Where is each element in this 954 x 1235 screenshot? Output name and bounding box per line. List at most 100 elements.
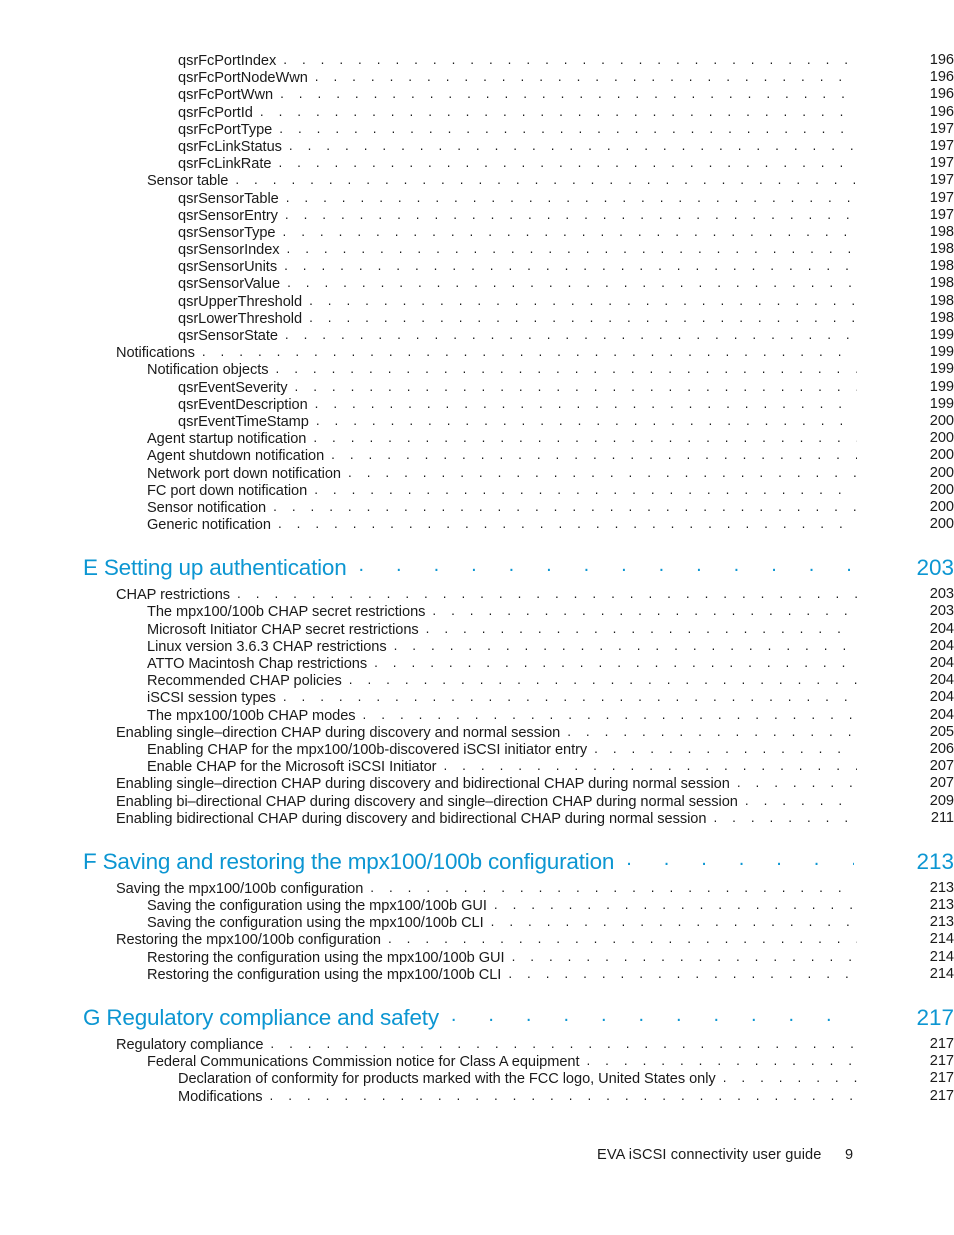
toc-entry[interactable]: qsrSensorIndex 198: [0, 241, 954, 258]
toc-entry[interactable]: Linux version 3.6.3 CHAP restrictions 204: [0, 638, 954, 655]
toc-entry-label: Sensor table: [147, 173, 229, 190]
toc-entry[interactable]: Restoring the configuration using the mp…: [0, 949, 954, 966]
toc-entry[interactable]: qsrFcPortType 197: [0, 121, 954, 138]
toc-entry-page-number: 209: [929, 792, 954, 809]
dot-leader: [745, 792, 857, 809]
toc-entry[interactable]: ATTO Macintosh Chap restrictions 204: [0, 655, 954, 672]
toc-entry[interactable]: Agent startup notification 200: [0, 430, 954, 447]
toc-entry[interactable]: Sensor notification 200: [0, 499, 954, 516]
toc-entry[interactable]: The mpx100/100b CHAP modes 204: [0, 707, 954, 724]
dot-leader: [289, 137, 857, 154]
dot-leader: [508, 965, 857, 982]
toc-entry-page-number: 200: [929, 430, 954, 447]
toc-entry[interactable]: Enable CHAP for the Microsoft iSCSI Init…: [0, 758, 954, 775]
toc-entry[interactable]: qsrUpperThreshold 198: [0, 293, 954, 310]
toc-entry[interactable]: Regulatory compliance 217: [0, 1036, 954, 1053]
toc-entry[interactable]: Generic notification 200: [0, 516, 954, 533]
toc-entry[interactable]: Restoring the configuration using the mp…: [0, 966, 954, 983]
table-of-contents: qsrFcPortIndex196qsrFcPortNodeWwn196qsrF…: [0, 52, 954, 1105]
chapter-title: E Setting up authentication: [83, 555, 347, 581]
toc-entry[interactable]: qsrSensorState199: [0, 327, 954, 344]
toc-entry[interactable]: Notifications 199: [0, 344, 954, 361]
toc-entry[interactable]: Enabling bidirectional CHAP during disco…: [0, 810, 954, 827]
toc-entry[interactable]: Saving the mpx100/100b configuration 213: [0, 880, 954, 897]
toc-chapter-heading[interactable]: G Regulatory compliance and safety 217: [0, 1004, 954, 1031]
dot-leader: [309, 309, 857, 326]
toc-entry-label: qsrEventDescription: [178, 396, 308, 413]
toc-entry[interactable]: Network port down notification 200: [0, 465, 954, 482]
toc-entry[interactable]: Enabling bi–directional CHAP during disc…: [0, 793, 954, 810]
toc-entry[interactable]: Agent shutdown notification 200: [0, 447, 954, 464]
toc-entry[interactable]: CHAP restrictions 203: [0, 586, 954, 603]
toc-entry[interactable]: Enabling single–direction CHAP during di…: [0, 724, 954, 741]
toc-entry-label: Regulatory compliance: [116, 1037, 264, 1053]
toc-entry[interactable]: Enabling CHAP for the mpx100/100b-discov…: [0, 741, 954, 758]
toc-entry-page-number: 205: [929, 723, 954, 740]
dot-leader: [370, 879, 857, 896]
toc-entry[interactable]: qsrFcLinkRate197: [0, 155, 954, 172]
toc-entry-page-number: 197: [929, 120, 954, 137]
chapter-title: G Regulatory compliance and safety: [83, 1005, 439, 1030]
toc-entry[interactable]: Federal Communications Commission notice…: [0, 1053, 954, 1070]
toc-entry[interactable]: Notification objects 199: [0, 361, 954, 378]
toc-entry[interactable]: Sensor table 197: [0, 172, 954, 189]
toc-entry[interactable]: qsrEventSeverity 199: [0, 379, 954, 396]
toc-entry[interactable]: Saving the configuration using the mpx10…: [0, 897, 954, 914]
toc-entry[interactable]: qsrSensorTable 197: [0, 190, 954, 207]
toc-entry[interactable]: Recommended CHAP policies204: [0, 672, 954, 689]
toc-entry[interactable]: qsrFcPortNodeWwn196: [0, 69, 954, 86]
toc-entry-label: Enabling single–direction CHAP during di…: [116, 776, 730, 793]
dot-leader: [276, 360, 858, 377]
toc-entry[interactable]: qsrFcPortId 196: [0, 104, 954, 121]
dot-leader: [278, 515, 857, 532]
toc-entry-label: qsrFcPortWwn: [178, 87, 274, 104]
dot-leader: [626, 846, 854, 873]
toc-entry[interactable]: qsrFcPortWwn 196: [0, 86, 954, 103]
toc-chapter-heading[interactable]: F Saving and restoring the mpx100/100b c…: [0, 848, 954, 875]
toc-entry-label: Enable CHAP for the Microsoft iSCSI Init…: [147, 759, 437, 776]
toc-entry-page-number: 213: [929, 897, 954, 914]
toc-entry[interactable]: Restoring the mpx100/100b configuration 2…: [0, 931, 954, 948]
toc-entry[interactable]: qsrEventTimeStamp 200: [0, 413, 954, 430]
toc-entry[interactable]: qsrFcPortIndex 196: [0, 52, 954, 69]
toc-entry[interactable]: qsrSensorValue 198: [0, 275, 954, 292]
toc-entry-label: qsrEventSeverity: [178, 379, 288, 396]
toc-entry-label: Agent startup notification: [147, 431, 307, 448]
dot-leader: [432, 602, 857, 619]
chapter-page-number: 213: [916, 848, 954, 874]
toc-entry[interactable]: qsrEventDescription 199: [0, 396, 954, 413]
toc-entry[interactable]: qsrSensorType 198: [0, 224, 954, 241]
toc-entry[interactable]: FC port down notification200: [0, 482, 954, 499]
toc-entry-page-number: 200: [929, 481, 954, 498]
toc-entry-page-number: 204: [929, 620, 954, 637]
toc-entry-page-number: 198: [929, 275, 954, 292]
toc-entry-label: Modifications: [178, 1088, 263, 1105]
toc-entry[interactable]: Declaration of conformity for products m…: [0, 1070, 954, 1087]
toc-entry[interactable]: Modifications 217: [0, 1088, 954, 1105]
toc-entry-page-number: 198: [929, 292, 954, 309]
toc-entry-page-number: 204: [929, 637, 954, 654]
toc-entry[interactable]: Enabling single–direction CHAP during di…: [0, 775, 954, 792]
toc-entry[interactable]: qsrSensorEntry 197: [0, 207, 954, 224]
toc-entry-label: Saving the configuration using the mpx10…: [147, 898, 487, 915]
toc-entry[interactable]: Saving the configuration using the mpx10…: [0, 914, 954, 931]
toc-entry[interactable]: The mpx100/100b CHAP secret restrictions…: [0, 603, 954, 620]
dot-leader: [394, 637, 857, 654]
toc-chapter-heading[interactable]: E Setting up authentication 203: [0, 554, 954, 581]
dot-leader: [512, 948, 857, 965]
toc-entry[interactable]: qsrLowerThreshold 198: [0, 310, 954, 327]
toc-entry-label: iSCSI session types: [147, 690, 276, 707]
toc-entry-page-number: 198: [929, 309, 954, 326]
toc-entry-page-number: 199: [929, 344, 954, 361]
toc-entry[interactable]: qsrSensorUnits 198: [0, 258, 954, 275]
toc-entry[interactable]: Microsoft Initiator CHAP secret restrict…: [0, 621, 954, 638]
dot-leader: [316, 412, 857, 429]
toc-entry-page-number: 198: [929, 241, 954, 258]
toc-entry[interactable]: qsrFcLinkStatus 197: [0, 138, 954, 155]
dot-leader: [594, 740, 857, 757]
toc-entry-page-number: 214: [929, 931, 954, 948]
toc-entry[interactable]: iSCSI session types 204: [0, 689, 954, 706]
toc-entry-label: qsrFcPortIndex: [178, 53, 277, 69]
toc-entry-label: qsrFcPortType: [178, 121, 273, 138]
toc-entry-page-number: 198: [929, 258, 954, 275]
